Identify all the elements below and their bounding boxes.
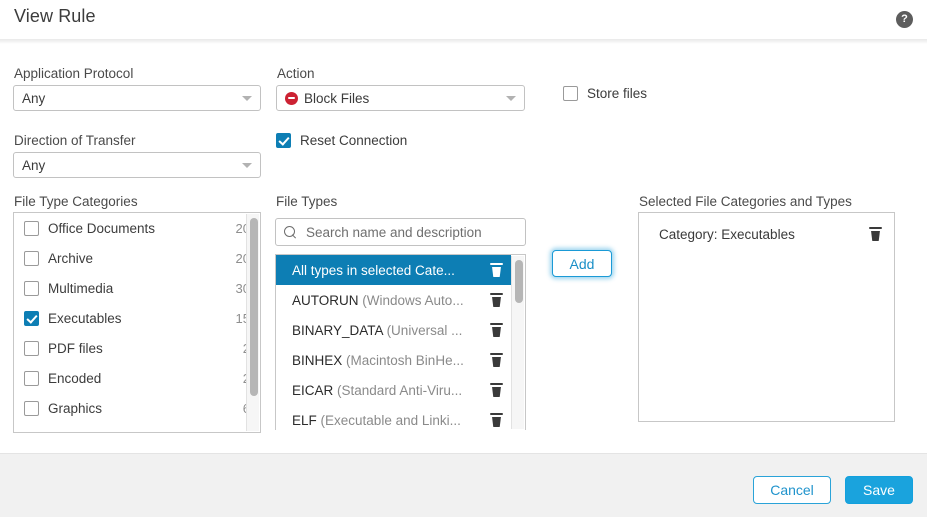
file-type-text: AUTORUN (Windows Auto... — [292, 293, 484, 308]
file-type-desc: (Windows Auto... — [362, 292, 464, 308]
dialog-body: Application Protocol Any Direction of Tr… — [0, 44, 927, 453]
trash-icon[interactable] — [490, 263, 503, 277]
category-row[interactable]: Office Documents 20 — [14, 213, 260, 243]
reset-connection-label: Reset Connection — [300, 133, 408, 148]
search-icon — [284, 225, 297, 239]
file-type-desc: (Macintosh BinHe... — [346, 352, 464, 368]
category-row[interactable]: PDF files 2 — [14, 333, 260, 363]
file-type-name: BINARY_DATA — [292, 322, 383, 338]
file-type-name: ELF — [292, 412, 317, 428]
action-select[interactable]: Block Files — [276, 85, 525, 111]
file-type-row-selected[interactable]: All types in selected Cate... — [276, 255, 511, 285]
file-types-listbox[interactable]: All types in selected Cate... AUTORUN (W… — [275, 254, 526, 430]
file-type-row[interactable]: ELF (Executable and Linki... — [276, 405, 511, 430]
page-title: View Rule — [14, 6, 96, 26]
category-checkbox[interactable] — [24, 250, 39, 266]
file-types-list[interactable]: All types in selected Cate... AUTORUN (W… — [276, 255, 511, 430]
category-row[interactable]: Encoded 2 — [14, 363, 260, 393]
file-type-name: EICAR — [292, 382, 334, 398]
action-value: Block Files — [304, 90, 370, 106]
category-checkbox[interactable] — [24, 280, 39, 296]
category-name: Office Documents — [48, 220, 156, 236]
application-protocol-value: Any — [22, 90, 46, 106]
chevron-down-icon — [506, 95, 516, 101]
file-types-search[interactable] — [275, 218, 526, 246]
file-type-desc: (Universal ... — [386, 322, 463, 338]
file-types-scrollbar-thumb[interactable] — [515, 260, 523, 303]
category-row-executables[interactable]: Executables 15 — [14, 303, 260, 333]
file-types-scrollbar[interactable] — [511, 256, 524, 429]
category-checkbox[interactable] — [24, 310, 39, 326]
action-value-wrap: Block Files — [285, 91, 500, 106]
category-checkbox[interactable] — [24, 400, 39, 416]
action-label: Action — [277, 66, 315, 81]
category-name: Encoded — [48, 370, 102, 386]
chevron-down-icon — [242, 95, 252, 101]
category-row[interactable]: Multimedia 30 — [14, 273, 260, 303]
dialog-footer: Cancel Save — [0, 453, 927, 517]
file-type-row[interactable]: EICAR (Standard Anti-Viru... — [276, 375, 511, 405]
file-type-name: All types in selected Cate... — [292, 262, 455, 278]
trash-icon[interactable] — [490, 353, 503, 367]
file-type-text: BINARY_DATA (Universal ... — [292, 323, 484, 338]
store-files-label: Store files — [587, 86, 648, 101]
file-type-name: AUTORUN — [292, 292, 359, 308]
file-types-label: File Types — [276, 194, 338, 209]
file-type-desc: (Executable and Linki... — [320, 412, 461, 428]
application-protocol-select[interactable]: Any — [13, 85, 261, 111]
search-input[interactable] — [304, 223, 517, 241]
category-name: Multimedia — [48, 280, 114, 296]
trash-icon[interactable] — [490, 383, 503, 397]
category-row[interactable]: Graphics 6 — [14, 393, 260, 423]
file-type-name: BINHEX — [292, 352, 343, 368]
direction-of-transfer-label: Direction of Transfer — [14, 133, 136, 148]
category-name: PDF files — [48, 340, 103, 356]
file-type-row[interactable]: BINARY_DATA (Universal ... — [276, 315, 511, 345]
file-type-text: EICAR (Standard Anti-Viru... — [292, 383, 484, 398]
category-name: Executables — [48, 310, 122, 326]
add-button[interactable]: Add — [552, 250, 612, 277]
reset-connection-checkbox[interactable] — [276, 133, 291, 148]
categories-scrollbar-thumb[interactable] — [250, 218, 258, 396]
trash-icon[interactable] — [869, 227, 882, 241]
dialog-header: View Rule ? — [0, 0, 927, 39]
file-type-categories-list[interactable]: Office Documents 20 Archive 20 Multimedi… — [14, 213, 260, 423]
file-type-categories-label: File Type Categories — [14, 194, 138, 209]
selected-items-listbox[interactable]: Category: Executables — [638, 212, 895, 422]
selected-item-row[interactable]: Category: Executables — [639, 220, 894, 248]
direction-of-transfer-select[interactable]: Any — [13, 152, 261, 178]
file-type-text: ELF (Executable and Linki... — [292, 413, 484, 428]
cancel-button[interactable]: Cancel — [753, 476, 831, 504]
category-name: Archive — [48, 250, 94, 266]
selected-item-label: Category: Executables — [659, 226, 795, 242]
direction-of-transfer-value: Any — [22, 157, 46, 173]
category-checkbox[interactable] — [24, 220, 39, 236]
application-protocol-label: Application Protocol — [14, 66, 134, 81]
store-files-checkbox-row[interactable]: Store files — [563, 86, 647, 101]
file-type-text: BINHEX (Macintosh BinHe... — [292, 353, 484, 368]
chevron-down-icon — [242, 162, 252, 168]
store-files-checkbox[interactable] — [563, 86, 578, 101]
selected-panel-label: Selected File Categories and Types — [639, 194, 852, 209]
category-checkbox[interactable] — [24, 370, 39, 386]
category-name: Graphics — [48, 400, 103, 416]
category-row[interactable]: Archive 20 — [14, 243, 260, 273]
trash-icon[interactable] — [490, 413, 503, 427]
file-type-categories-listbox[interactable]: Office Documents 20 Archive 20 Multimedi… — [13, 212, 261, 433]
block-circle-icon — [285, 91, 298, 105]
reset-connection-checkbox-row[interactable]: Reset Connection — [276, 133, 407, 148]
save-button[interactable]: Save — [845, 476, 913, 504]
help-circle-icon[interactable]: ? — [896, 11, 913, 28]
file-type-row[interactable]: BINHEX (Macintosh BinHe... — [276, 345, 511, 375]
file-type-desc: (Standard Anti-Viru... — [337, 382, 463, 398]
trash-icon[interactable] — [490, 293, 503, 307]
categories-scrollbar[interactable] — [246, 214, 259, 431]
file-type-row[interactable]: AUTORUN (Windows Auto... — [276, 285, 511, 315]
category-checkbox[interactable] — [24, 340, 39, 356]
view-rule-dialog: View Rule ? Application Protocol Any Dir… — [0, 0, 927, 517]
trash-icon[interactable] — [490, 323, 503, 337]
